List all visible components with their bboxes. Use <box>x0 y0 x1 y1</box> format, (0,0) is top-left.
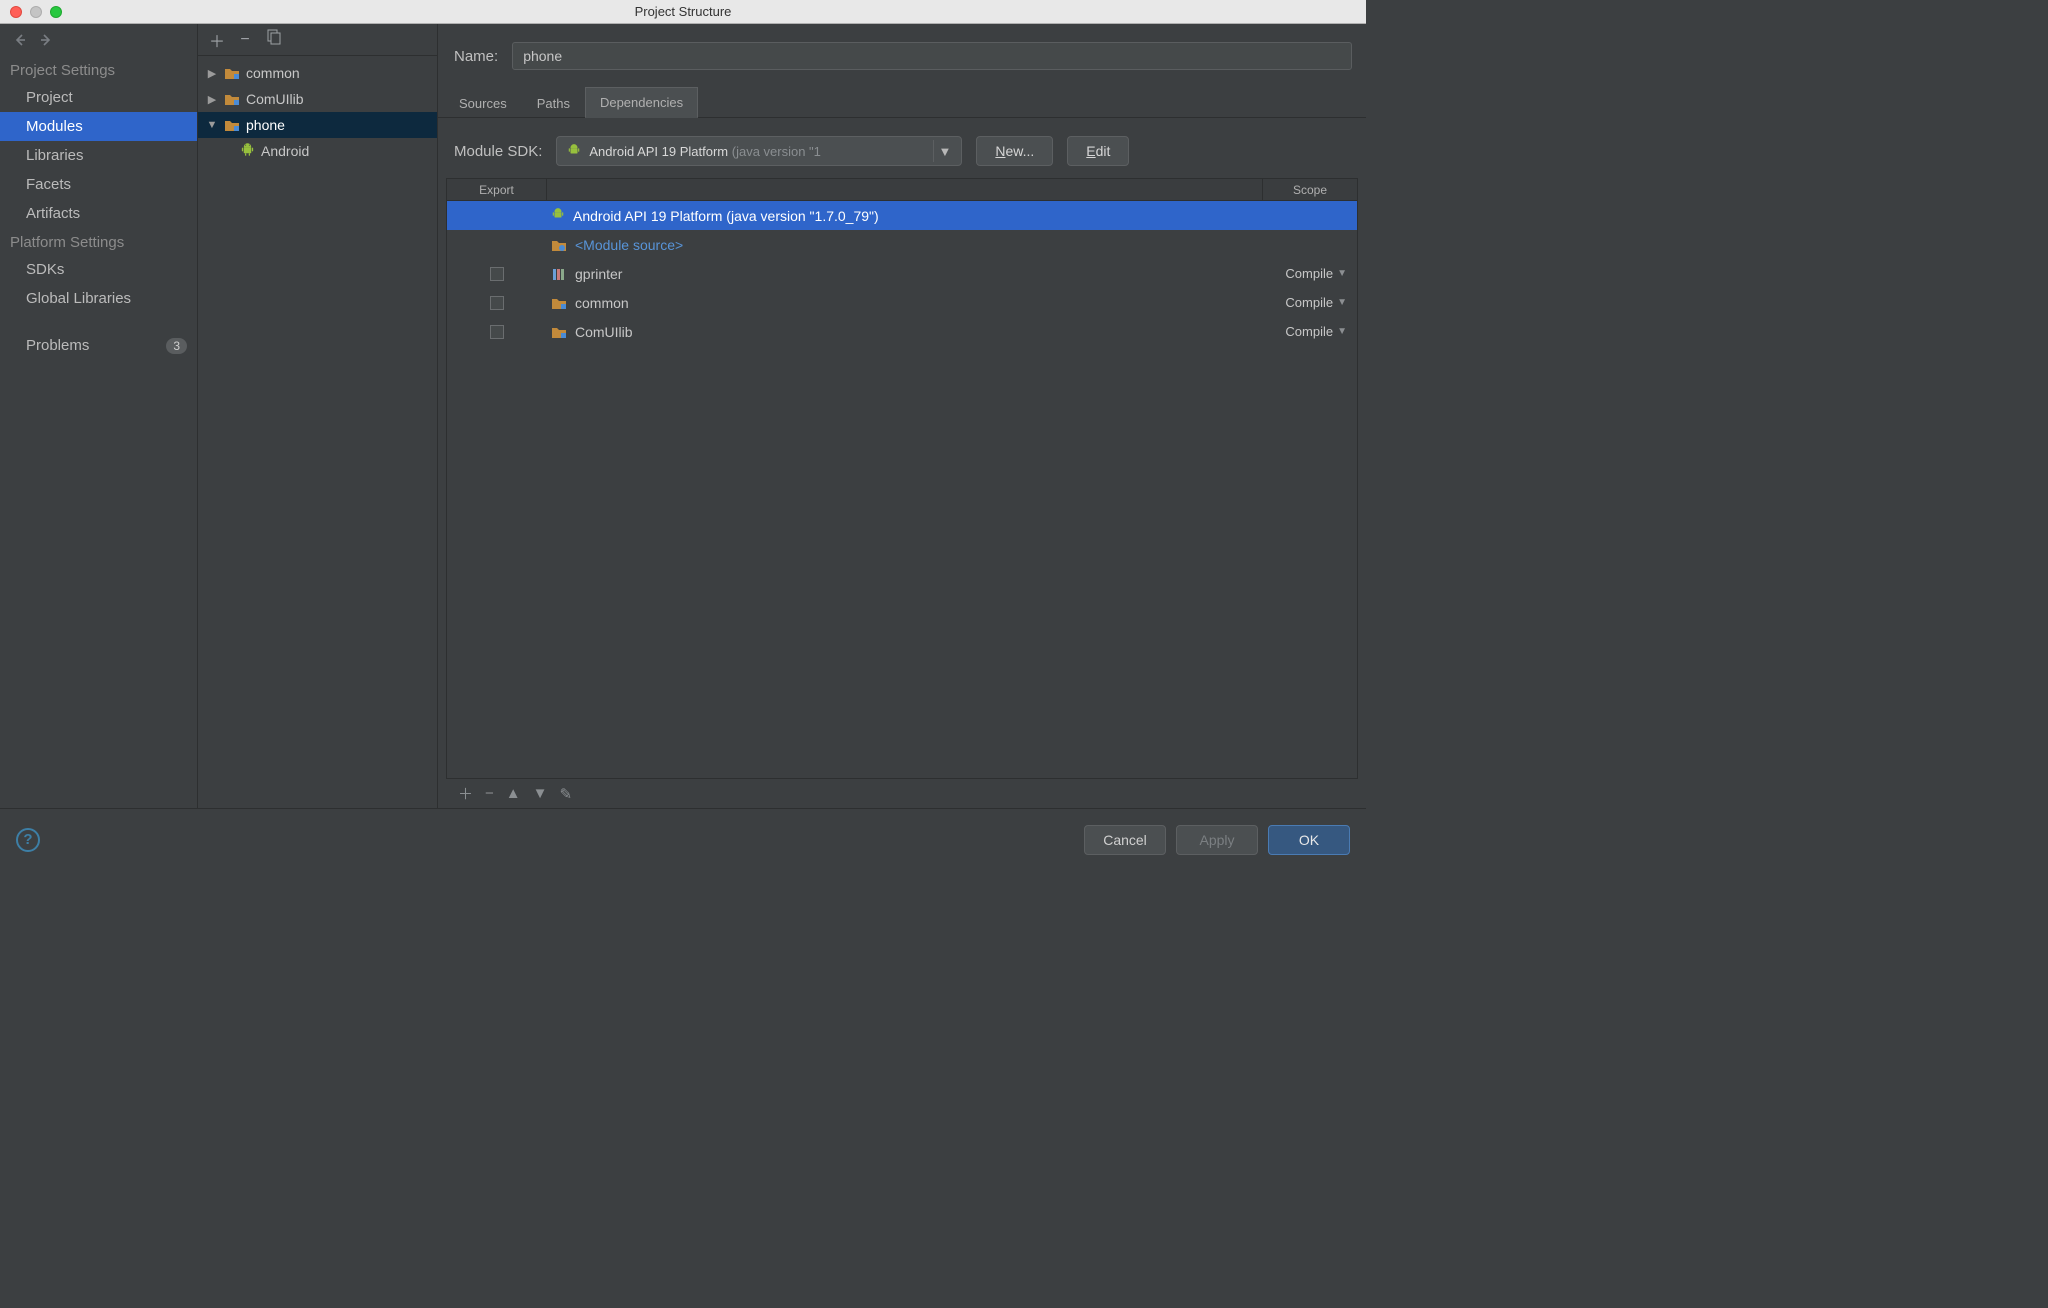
sidebar-item-problems[interactable]: Problems 3 <box>0 331 197 360</box>
name-label: Name: <box>454 48 498 65</box>
back-icon[interactable] <box>10 30 30 50</box>
module-icon <box>551 296 567 310</box>
dependency-row[interactable]: Android API 19 Platform (java version "1… <box>447 201 1357 230</box>
folder-icon <box>224 66 240 80</box>
sdk-select-text: Android API 19 Platform (java version "1 <box>589 144 925 159</box>
dependency-label: Android API 19 Platform (java version "1… <box>573 208 879 224</box>
module-icon <box>551 325 567 339</box>
chevron-down-icon: ▼ <box>1337 297 1347 308</box>
remove-dependency-icon[interactable]: − <box>485 785 494 802</box>
tree-item-comuilib[interactable]: ▶ ComUIlib <box>198 86 437 112</box>
chevron-down-icon[interactable]: ▼ <box>933 140 955 162</box>
dependencies-table: Export Scope Android API 19 Platform (ja… <box>446 178 1358 778</box>
tree-toolbar: ＋ − <box>198 24 437 56</box>
dependency-label: <Module source> <box>575 237 683 253</box>
tree-item-common[interactable]: ▶ common <box>198 60 437 86</box>
sidebar-heading-platform-settings: Platform Settings <box>0 228 197 255</box>
folder-icon <box>224 118 240 132</box>
android-icon <box>240 142 255 160</box>
apply-button[interactable]: Apply <box>1176 825 1258 855</box>
dependency-label: common <box>575 295 629 311</box>
remove-module-icon[interactable]: − <box>236 31 254 49</box>
ok-button[interactable]: OK <box>1268 825 1350 855</box>
dependency-row[interactable]: gprinter Compile▼ <box>447 259 1357 288</box>
scope-select[interactable]: Compile▼ <box>1263 266 1357 281</box>
modules-tree-panel: ＋ − ▶ common ▶ ComUIlib ▼ <box>198 24 438 808</box>
dependencies-footer-toolbar: ＋ − ▲ ▼ ✎ <box>446 778 1358 808</box>
header-name <box>547 179 1263 200</box>
header-export[interactable]: Export <box>447 179 547 200</box>
module-sdk-select[interactable]: Android API 19 Platform (java version "1… <box>556 136 962 166</box>
tree-item-label: phone <box>246 117 285 133</box>
library-icon <box>551 267 567 281</box>
sidebar-item-modules[interactable]: Modules <box>0 112 197 141</box>
android-icon <box>551 207 565 224</box>
dependency-row[interactable]: common Compile▼ <box>447 288 1357 317</box>
cancel-button[interactable]: Cancel <box>1084 825 1166 855</box>
export-checkbox[interactable] <box>490 267 504 281</box>
expand-icon[interactable]: ▶ <box>206 93 218 106</box>
sidebar-item-project[interactable]: Project <box>0 83 197 112</box>
edit-sdk-button[interactable]: Edit <box>1067 136 1129 166</box>
tab-dependencies[interactable]: Dependencies <box>585 87 698 118</box>
sidebar-item-libraries[interactable]: Libraries <box>0 141 197 170</box>
help-icon[interactable]: ? <box>16 828 40 852</box>
sidebar-item-global-libraries[interactable]: Global Libraries <box>0 284 197 313</box>
problems-count-badge: 3 <box>166 338 187 354</box>
forward-icon[interactable] <box>36 30 56 50</box>
module-tabs: Sources Paths Dependencies <box>438 86 1366 118</box>
scope-select[interactable]: Compile▼ <box>1263 324 1357 339</box>
dependency-label: gprinter <box>575 266 622 282</box>
tab-sources[interactable]: Sources <box>444 88 522 118</box>
move-down-icon[interactable]: ▼ <box>533 785 548 802</box>
modules-tree: ▶ common ▶ ComUIlib ▼ phone <box>198 56 437 164</box>
sidebar-item-artifacts[interactable]: Artifacts <box>0 199 197 228</box>
dependency-row[interactable]: <Module source> <box>447 230 1357 259</box>
copy-module-icon[interactable] <box>264 29 282 50</box>
dependency-label: ComUIlib <box>575 324 633 340</box>
header-scope[interactable]: Scope <box>1263 179 1357 200</box>
tree-item-label: common <box>246 65 300 81</box>
add-module-icon[interactable]: ＋ <box>208 28 226 52</box>
move-up-icon[interactable]: ▲ <box>506 785 521 802</box>
tree-item-label: Android <box>261 143 309 159</box>
tab-paths[interactable]: Paths <box>522 88 585 118</box>
edit-dependency-icon[interactable]: ✎ <box>560 785 573 803</box>
expand-icon[interactable]: ▶ <box>206 67 218 80</box>
tree-item-phone[interactable]: ▼ phone <box>198 112 437 138</box>
window-title: Project Structure <box>0 4 1366 19</box>
add-dependency-icon[interactable]: ＋ <box>458 783 473 804</box>
tree-item-android[interactable]: Android <box>198 138 437 164</box>
module-sdk-label: Module SDK: <box>454 143 542 160</box>
module-source-icon <box>551 238 567 252</box>
titlebar: Project Structure <box>0 0 1366 24</box>
sidebar-item-sdks[interactable]: SDKs <box>0 255 197 284</box>
chevron-down-icon: ▼ <box>1337 326 1347 337</box>
sidebar-heading-project-settings: Project Settings <box>0 56 197 83</box>
main-content: Name: Sources Paths Dependencies Module … <box>438 24 1366 808</box>
dependencies-header: Export Scope <box>447 179 1357 201</box>
module-name-input[interactable] <box>512 42 1352 70</box>
sidebar-item-facets[interactable]: Facets <box>0 170 197 199</box>
export-checkbox[interactable] <box>490 296 504 310</box>
new-sdk-button[interactable]: New... <box>976 136 1053 166</box>
tree-item-label: ComUIlib <box>246 91 304 107</box>
dependency-row[interactable]: ComUIlib Compile▼ <box>447 317 1357 346</box>
chevron-down-icon: ▼ <box>1337 268 1347 279</box>
folder-icon <box>224 92 240 106</box>
export-checkbox[interactable] <box>490 325 504 339</box>
history-toolbar <box>0 24 197 56</box>
settings-sidebar: Project Settings Project Modules Librari… <box>0 24 198 808</box>
android-icon <box>567 143 581 160</box>
scope-select[interactable]: Compile▼ <box>1263 295 1357 310</box>
dialog-button-bar: ? Cancel Apply OK <box>0 808 1366 870</box>
collapse-icon[interactable]: ▼ <box>206 119 218 131</box>
